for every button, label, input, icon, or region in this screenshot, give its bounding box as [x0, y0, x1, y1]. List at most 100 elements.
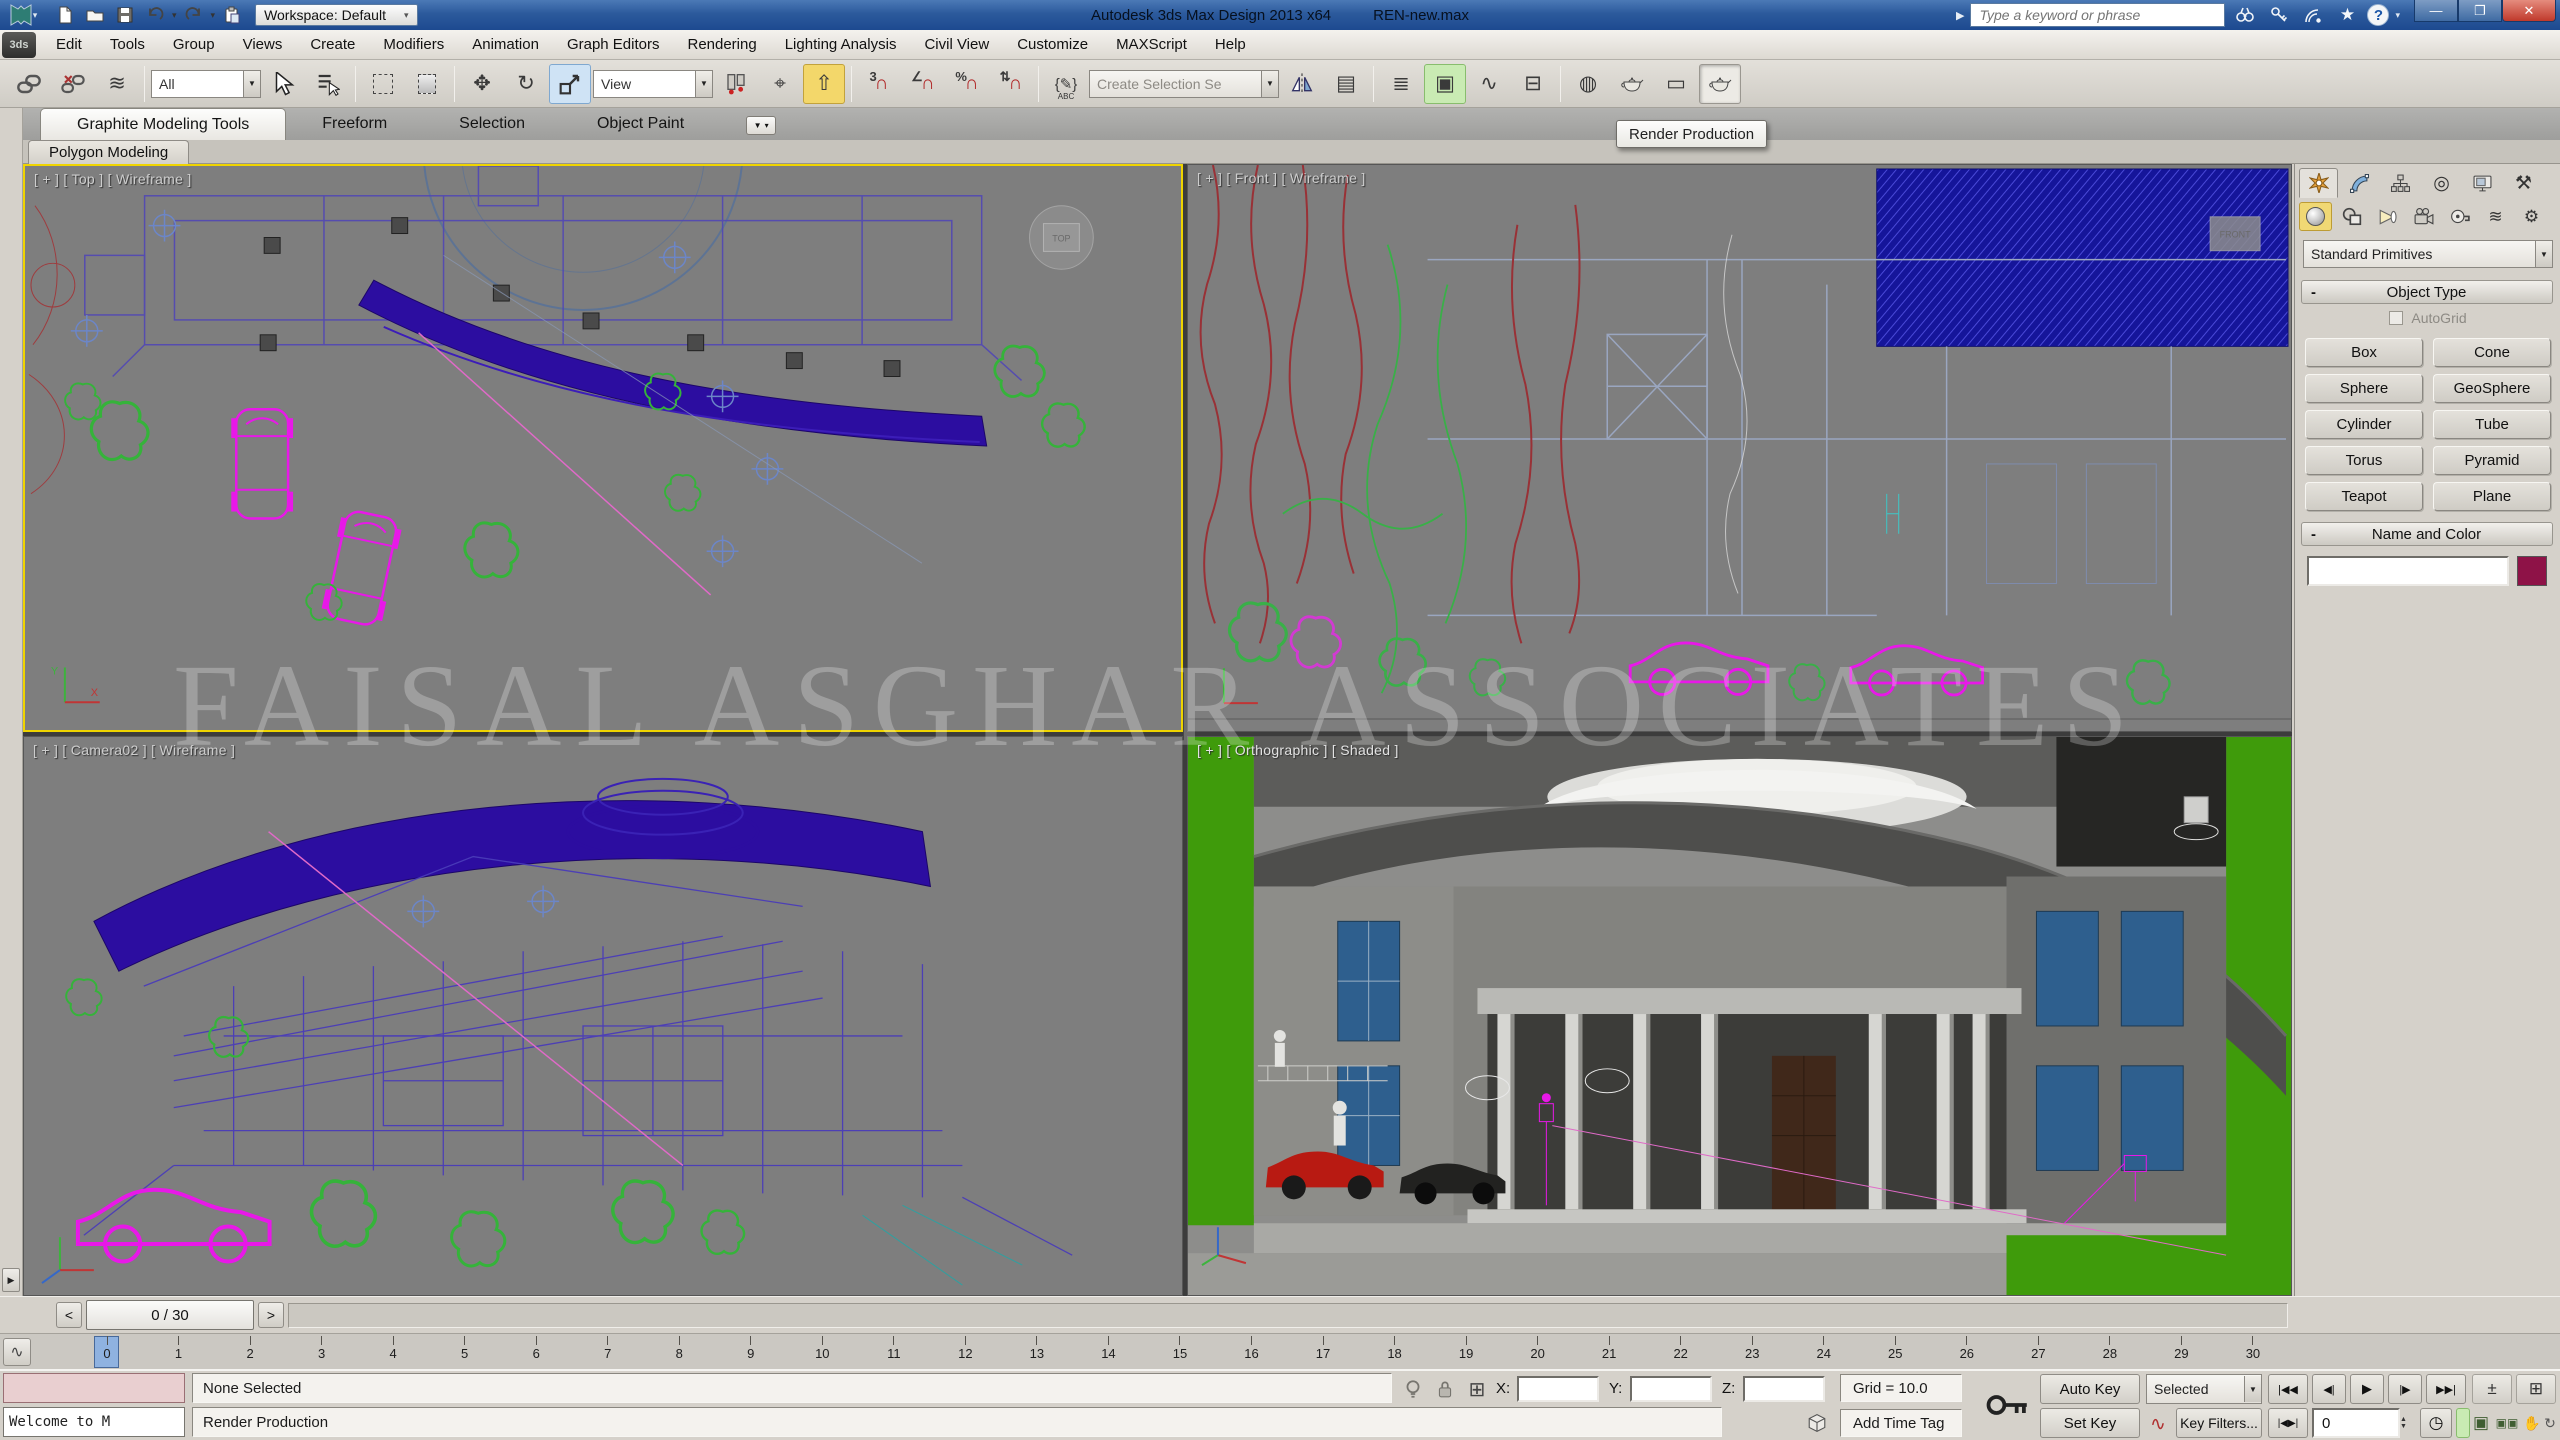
trackbar-tick[interactable]: 2 [243, 1336, 257, 1370]
category-shapes[interactable] [2335, 202, 2368, 231]
object-name-field[interactable] [2307, 556, 2509, 586]
panel-tab-polygon-modeling[interactable]: Polygon Modeling [28, 140, 189, 164]
object-type-rollout-header[interactable]: - Object Type [2301, 280, 2553, 304]
rectangular-selection-region-button[interactable] [362, 64, 404, 104]
absolute-offset-mode-toggle[interactable]: ⊞ [1464, 1377, 1490, 1401]
name-color-rollout-header[interactable]: - Name and Color [2301, 522, 2553, 546]
category-lights[interactable] [2371, 202, 2404, 231]
viewport-top[interactable]: TOP Y X [ + ] [ Top ] [ Wireframe ] [23, 164, 1183, 732]
primitive-category-dropdown[interactable]: Standard Primitives ▼ [2303, 240, 2553, 268]
trackbar-tick[interactable]: 3 [315, 1336, 329, 1370]
trackbar-tick[interactable]: 18 [1388, 1336, 1402, 1370]
search-button[interactable] [2231, 3, 2259, 27]
undo-dropdown-arrow-icon[interactable]: ▾ [172, 10, 177, 21]
trackbar-tick[interactable]: 15 [1173, 1336, 1187, 1370]
tab-motion[interactable]: ◎ [2422, 168, 2461, 198]
save-file-button[interactable] [112, 3, 138, 27]
menu-modifiers[interactable]: Modifiers [369, 30, 458, 60]
selection-filter-dropdown[interactable]: All ▼ [151, 70, 261, 98]
search-input[interactable] [1970, 3, 2225, 27]
minimize-button[interactable]: — [2414, 0, 2458, 22]
tab-hierarchy[interactable] [2381, 168, 2420, 198]
trackbar-tick[interactable]: 27 [2031, 1336, 2045, 1370]
render-production-button[interactable] [1699, 64, 1741, 104]
zoom-extents-all-button[interactable]: ▣▣ [2494, 1408, 2520, 1438]
add-time-tag[interactable]: Add Time Tag [1840, 1409, 1962, 1437]
trackbar-tick[interactable]: 30 [2246, 1336, 2260, 1370]
key-filters-button[interactable]: Key Filters... [2176, 1408, 2262, 1438]
communication-center-button[interactable] [2299, 3, 2327, 27]
viewport-top-label[interactable]: [ + ] [ Top ] [ Wireframe ] [34, 171, 192, 187]
tab-create[interactable] [2299, 168, 2338, 198]
viewport-orthographic-label[interactable]: [ + ] [ Orthographic ] [ Shaded ] [1197, 742, 1399, 758]
set-key-button[interactable]: Set Key [2040, 1408, 2140, 1438]
trackbar-tick[interactable]: 4 [386, 1336, 400, 1370]
help-dropdown-icon[interactable]: ▾ [2395, 10, 2400, 21]
time-slider-track[interactable] [288, 1303, 2288, 1328]
select-object-button[interactable] [263, 64, 305, 104]
trackbar-tick[interactable]: 5 [458, 1336, 472, 1370]
named-selection-dropdown[interactable]: Create Selection Se ▼ [1089, 70, 1279, 98]
curve-editor-button[interactable]: ∿ [1468, 64, 1510, 104]
previous-frame-slider-button[interactable]: < [56, 1302, 82, 1328]
time-configuration-button[interactable]: ◷ [2420, 1408, 2452, 1438]
trackbar-tick[interactable]: 23 [1745, 1336, 1759, 1370]
maximize-button[interactable]: ❐ [2458, 0, 2502, 22]
y-coordinate-field[interactable] [1630, 1376, 1712, 1402]
render-setup-button[interactable] [1611, 64, 1653, 104]
trackbar-tick[interactable]: 22 [1674, 1336, 1688, 1370]
ribbon-minimize-button[interactable]: ▼ ▾ [746, 116, 776, 135]
trackbar-tick[interactable]: 14 [1101, 1336, 1115, 1370]
menu-animation[interactable]: Animation [458, 30, 553, 60]
tab-freeform[interactable]: Freeform [286, 108, 423, 140]
plane-button[interactable]: Plane [2433, 482, 2551, 511]
menu-tools[interactable]: Tools [96, 30, 159, 60]
select-and-link-button[interactable] [8, 64, 50, 104]
trackbar-tick[interactable]: 11 [887, 1336, 901, 1370]
tab-modify[interactable] [2340, 168, 2379, 198]
window-crossing-toggle-button[interactable] [406, 64, 448, 104]
reference-coordinate-dropdown[interactable]: View ▼ [593, 70, 713, 98]
menu-rendering[interactable]: Rendering [673, 30, 770, 60]
keyboard-shortcut-override-button[interactable]: ⇧ [803, 64, 845, 104]
default-in-out-tangents-button[interactable]: ∿ [2146, 1411, 2170, 1437]
viewport-orthographic[interactable]: [ + ] [ Orthographic ] [ Shaded ] [1187, 736, 2292, 1296]
zoom-region-button[interactable] [2456, 1408, 2470, 1438]
trackbar-tick[interactable]: 26 [1960, 1336, 1974, 1370]
pyramid-button[interactable]: Pyramid [2433, 446, 2551, 475]
menu-graph-editors[interactable]: Graph Editors [553, 30, 674, 60]
application-button[interactable]: 3ds [2, 32, 36, 58]
viewport-front[interactable]: FRONT [ + ] [ Front ] [ Wireframe ] [1187, 164, 2292, 732]
menu-edit[interactable]: Edit [42, 30, 96, 60]
play-button[interactable]: ▶ [2350, 1374, 2384, 1404]
cone-button[interactable]: Cone [2433, 338, 2551, 367]
select-and-scale-button[interactable] [549, 64, 591, 104]
viewport-camera02-label[interactable]: [ + ] [ Camera02 ] [ Wireframe ] [33, 742, 235, 758]
category-systems[interactable]: ⚙ [2515, 202, 2548, 231]
top-viewcube[interactable]: TOP [1030, 206, 1094, 270]
selection-lock-toggle[interactable] [1432, 1377, 1458, 1401]
frame-spinner[interactable]: ▲ ▼ [2400, 1408, 2416, 1438]
pan-view-button[interactable]: ✋ [2524, 1408, 2540, 1438]
angle-snap-toggle-button[interactable]: ∠∩ [902, 64, 944, 104]
cylinder-button[interactable]: Cylinder [2305, 410, 2423, 439]
open-mini-curve-editor-button[interactable]: ∿ [3, 1338, 31, 1366]
current-frame-field[interactable]: 0 [2312, 1408, 2400, 1438]
go-to-end-button[interactable]: ▶▶| [2426, 1374, 2466, 1404]
next-frame-button[interactable]: |▶ [2388, 1374, 2422, 1404]
select-and-move-button[interactable]: ✥ [461, 64, 503, 104]
tube-button[interactable]: Tube [2433, 410, 2551, 439]
select-and-rotate-button[interactable]: ↻ [505, 64, 547, 104]
trackbar-tick[interactable]: 29 [2174, 1336, 2188, 1370]
unlink-selection-button[interactable] [52, 64, 94, 104]
category-space-warps[interactable]: ≋ [2479, 202, 2512, 231]
geosphere-button[interactable]: GeoSphere [2433, 374, 2551, 403]
edit-named-selection-sets-button[interactable]: {✎}ABC [1045, 64, 1087, 104]
trackbar-tick[interactable]: 9 [744, 1336, 758, 1370]
box-button[interactable]: Box [2305, 338, 2423, 367]
trackbar-tick[interactable]: 21 [1602, 1336, 1616, 1370]
trackbar-tick[interactable]: 20 [1531, 1336, 1545, 1370]
x-coordinate-field[interactable] [1517, 1376, 1599, 1402]
tab-selection[interactable]: Selection [423, 108, 561, 140]
torus-button[interactable]: Torus [2305, 446, 2423, 475]
